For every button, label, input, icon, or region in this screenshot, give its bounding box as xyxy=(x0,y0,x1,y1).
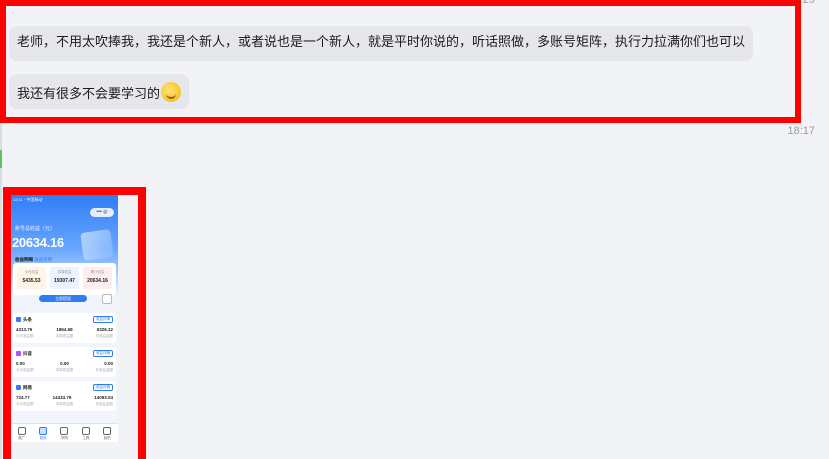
left-accent-bar xyxy=(0,150,2,168)
highlight-box xyxy=(0,0,801,123)
highlight-box xyxy=(3,187,146,459)
timestamp: 18:17 xyxy=(787,125,815,137)
timestamp: 29 xyxy=(802,0,815,6)
